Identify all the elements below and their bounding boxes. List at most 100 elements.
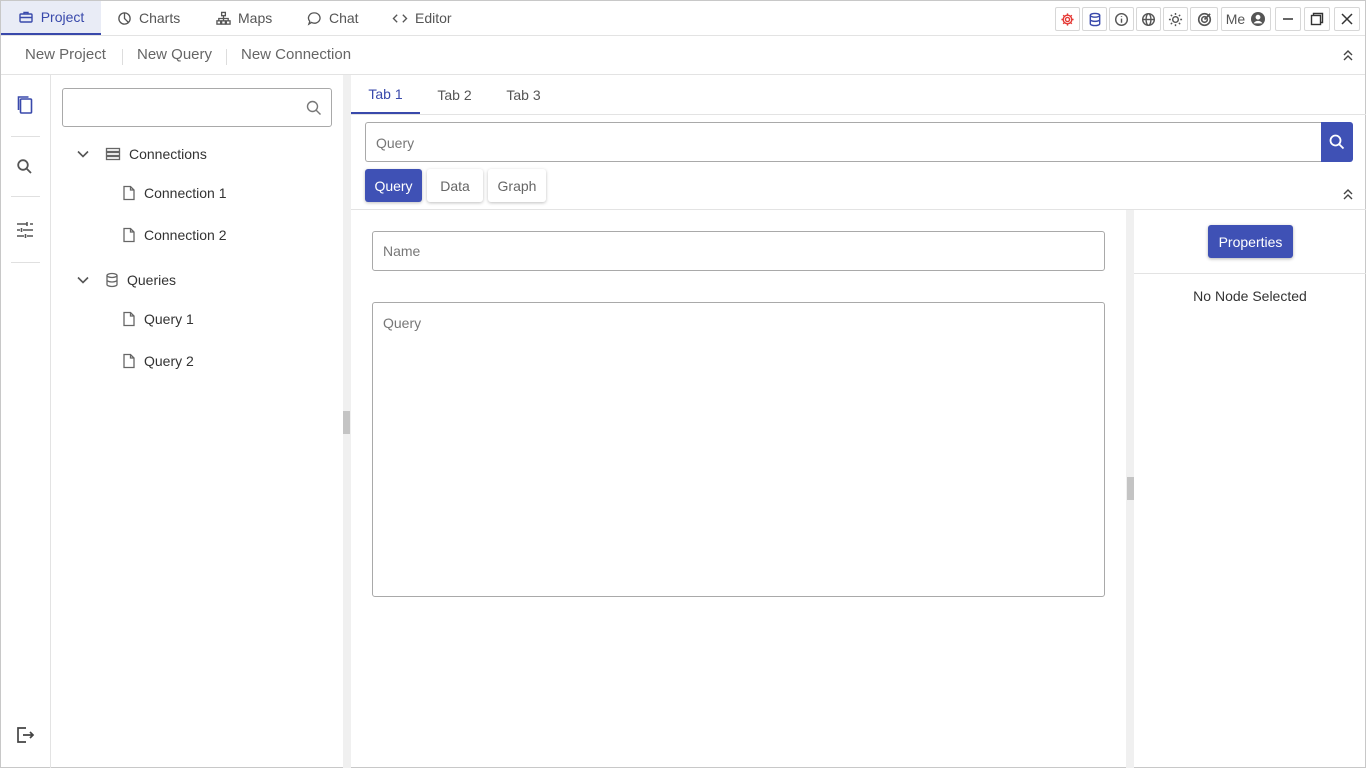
double-chevron-up-icon: [1343, 50, 1353, 61]
tab-chat[interactable]: Chat: [307, 1, 359, 35]
globe-icon: [1141, 12, 1156, 26]
new-connection-button[interactable]: New Connection: [241, 46, 351, 63]
tree-item-connection-2[interactable]: Connection 2: [122, 224, 227, 246]
maximize-icon: [1310, 12, 1324, 26]
run-query-button[interactable]: [1321, 122, 1353, 162]
tab-maps-label: Maps: [238, 10, 273, 26]
tab-chat-label: Chat: [329, 10, 359, 26]
sliders-icon: [17, 222, 33, 238]
sitemap-icon: [216, 11, 231, 25]
file-icon: [123, 353, 135, 369]
pie-chart-icon: [118, 11, 131, 25]
rail-divider: [11, 196, 40, 197]
tree-item-query-1[interactable]: Query 1: [122, 308, 194, 330]
query-editor-placeholder: Query: [383, 315, 422, 331]
props-status: No Node Selected: [1193, 288, 1307, 304]
target-button[interactable]: [1190, 7, 1218, 31]
query-editor[interactable]: Query: [372, 302, 1105, 597]
tree-label: Connections: [129, 146, 207, 162]
mode-graph-button[interactable]: Graph: [488, 169, 546, 202]
double-chevron-up-icon: [1343, 189, 1353, 200]
tree-search-box: [62, 88, 332, 127]
user-menu-button[interactable]: Me: [1221, 7, 1271, 31]
gear-icon: [1061, 12, 1074, 26]
chevron-down-icon[interactable]: [75, 272, 91, 288]
search-icon[interactable]: [306, 100, 322, 116]
tree-search-input[interactable]: [69, 95, 295, 120]
database-button[interactable]: [1082, 7, 1107, 31]
project-tree-panel: Connections Connection 1 Connection 2 Qu…: [51, 75, 343, 768]
tab-maps[interactable]: Maps: [216, 1, 272, 35]
collapse-toolbar-button[interactable]: [1341, 48, 1355, 62]
tree-item-connection-1[interactable]: Connection 1: [122, 182, 227, 204]
filters-button[interactable]: [13, 218, 37, 242]
props-splitter[interactable]: [1126, 210, 1134, 768]
files-button[interactable]: [13, 93, 37, 117]
globe-button[interactable]: [1136, 7, 1161, 31]
tree-node-queries[interactable]: Queries: [75, 269, 176, 291]
file-icon: [123, 311, 135, 327]
tab-1[interactable]: Tab 1: [351, 75, 420, 114]
database-icon: [106, 272, 118, 288]
chat-bubble-icon: [307, 11, 321, 26]
name-field[interactable]: Name: [372, 231, 1105, 271]
logout-icon: [17, 727, 35, 743]
collapse-header-button[interactable]: [1341, 187, 1355, 201]
theme-button[interactable]: [1163, 7, 1188, 31]
tab-editor-label: Editor: [415, 10, 452, 26]
tab-project-label: Project: [40, 9, 85, 25]
info-icon: [1114, 12, 1129, 26]
name-placeholder: Name: [383, 243, 421, 259]
file-icon: [123, 227, 135, 243]
toolbar-divider: [226, 49, 227, 65]
app-tab-bar: Project Charts Maps Chat Editor Me: [1, 1, 1365, 36]
sun-icon: [1168, 12, 1183, 26]
settings-button[interactable]: [1055, 7, 1080, 31]
user-label: Me: [1225, 11, 1246, 27]
close-button[interactable]: [1334, 7, 1360, 31]
account-circle-icon: [1251, 12, 1266, 26]
splitter-grip[interactable]: [1127, 477, 1134, 500]
server-icon: [105, 147, 121, 161]
splitter-grip[interactable]: [343, 411, 350, 434]
code-icon: [392, 13, 408, 23]
mode-data-button[interactable]: Data: [427, 169, 483, 202]
query-workspace: Tab 1 Tab 2 Tab 3 Query Query Data Graph…: [351, 75, 1366, 768]
tree-item-query-2[interactable]: Query 2: [122, 350, 194, 372]
tree-node-connections[interactable]: Connections: [75, 143, 207, 165]
database-icon: [1089, 12, 1100, 26]
target-icon: [1197, 12, 1211, 26]
properties-panel: Properties No Node Selected: [1134, 210, 1366, 768]
new-query-button[interactable]: New Query: [137, 46, 212, 63]
maximize-button[interactable]: [1304, 7, 1330, 31]
file-icon: [123, 185, 135, 201]
tree-item-label: Connection 2: [144, 227, 227, 243]
new-project-button[interactable]: New Project: [25, 46, 106, 63]
query-search-placeholder: Query: [376, 135, 415, 151]
mode-query-button[interactable]: Query: [365, 169, 422, 202]
minimize-icon: [1283, 18, 1293, 20]
tab-divider: [351, 114, 1366, 115]
props-divider: [1134, 273, 1366, 274]
chevron-down-icon[interactable]: [75, 146, 91, 162]
rail-divider: [11, 262, 40, 263]
logout-button[interactable]: [13, 723, 37, 747]
tree-label: Queries: [127, 272, 177, 288]
tab-3[interactable]: Tab 3: [489, 75, 558, 114]
search-rail-button[interactable]: [13, 155, 37, 179]
tab-2[interactable]: Tab 2: [420, 75, 489, 114]
tab-charts[interactable]: Charts: [117, 1, 180, 35]
briefcase-icon: [19, 11, 33, 23]
action-toolbar: New Project New Query New Connection: [1, 36, 1365, 75]
tab-project[interactable]: Project: [1, 1, 101, 35]
files-icon: [17, 96, 33, 114]
tab-charts-label: Charts: [139, 10, 181, 26]
query-search-field[interactable]: Query: [365, 122, 1322, 162]
info-button[interactable]: [1109, 7, 1134, 31]
side-rail: [1, 75, 51, 768]
properties-button[interactable]: Properties: [1208, 225, 1293, 258]
minimize-button[interactable]: [1275, 7, 1301, 31]
tree-splitter[interactable]: [343, 75, 351, 768]
tab-editor[interactable]: Editor: [392, 1, 452, 35]
search-icon: [1329, 134, 1345, 150]
